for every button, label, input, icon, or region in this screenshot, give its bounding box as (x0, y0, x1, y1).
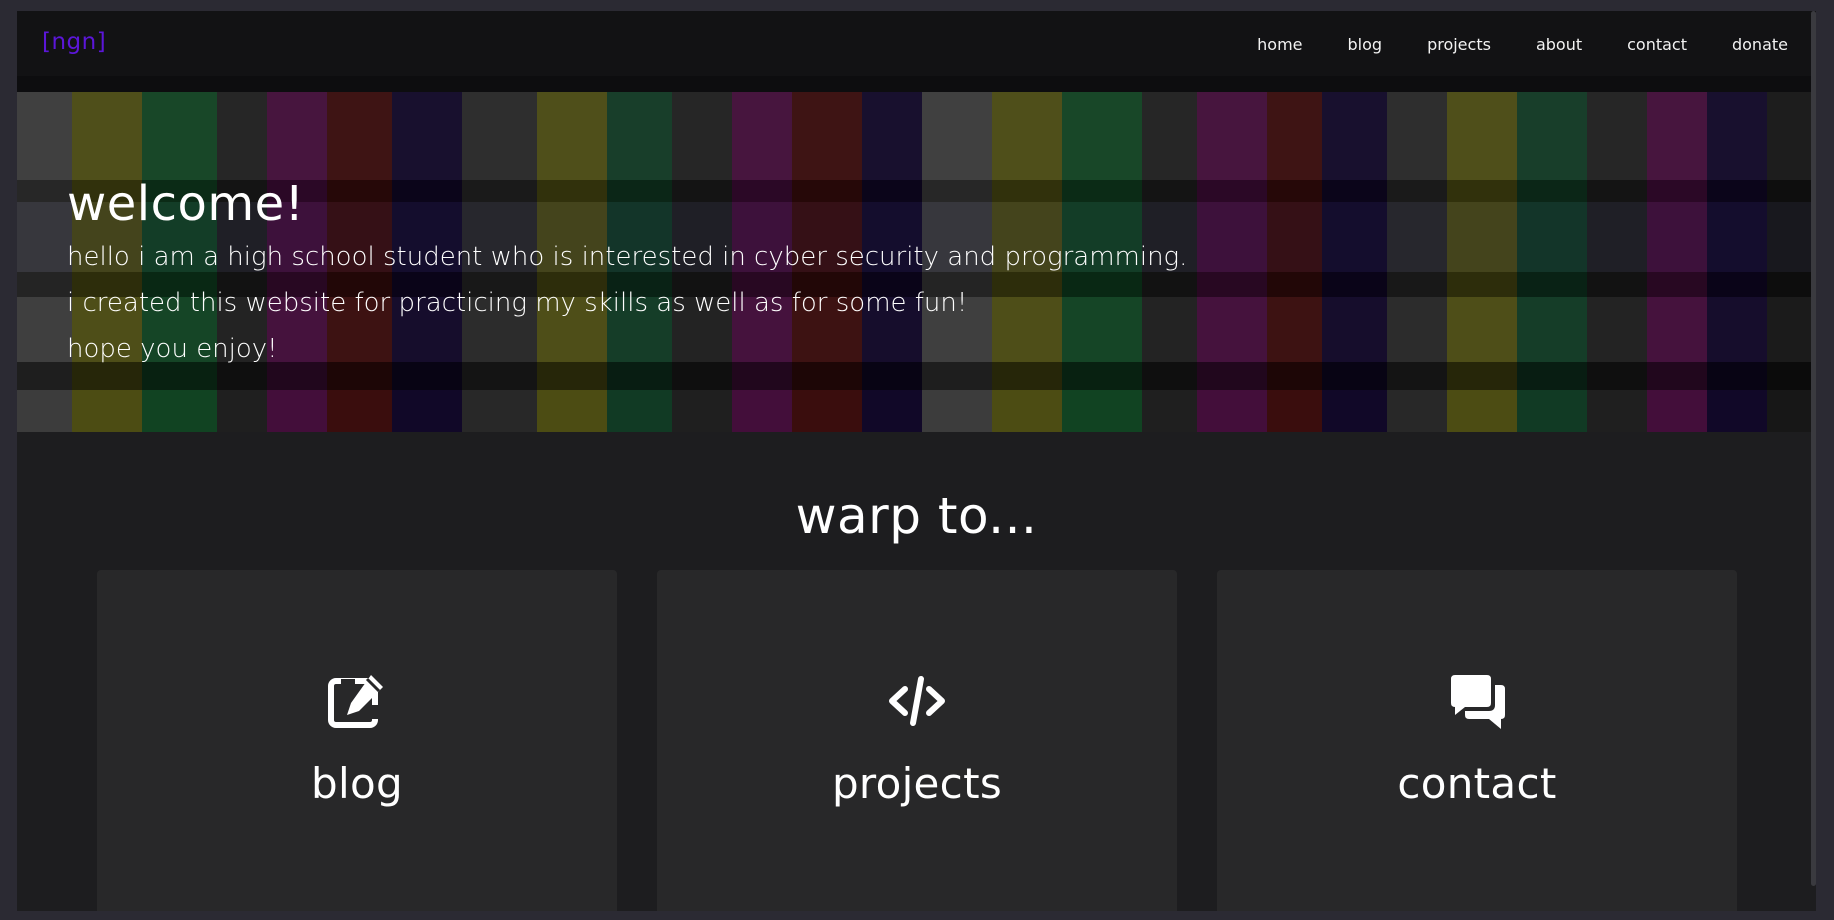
comments-icon (1451, 675, 1505, 729)
nav-link-home[interactable]: home (1257, 35, 1302, 54)
edit-icon (328, 675, 383, 728)
card-contact[interactable]: contact (1217, 570, 1737, 911)
hero-line-1: hello i am a high school student who is … (67, 242, 1188, 272)
hero-line-2: i created this website for practicing my… (67, 288, 968, 318)
nav-link-contact[interactable]: contact (1627, 35, 1687, 54)
nav-link-blog[interactable]: blog (1348, 35, 1383, 54)
page-scrollbar[interactable] (1811, 11, 1816, 886)
nav-link-projects[interactable]: projects (1427, 35, 1491, 54)
site-logo[interactable]: [ngn] (42, 29, 106, 55)
card-projects-label: projects (831, 759, 1003, 808)
nav-link-about[interactable]: about (1536, 35, 1582, 54)
card-projects[interactable]: projects (657, 570, 1177, 911)
hero-banner: welcome! hello i am a high school studen… (17, 92, 1816, 432)
browser-viewport: [ngn] home blog projects about contact d… (17, 11, 1816, 911)
hero-title: welcome! (67, 176, 305, 232)
code-icon (889, 676, 945, 726)
hero-text: welcome! hello i am a high school studen… (67, 174, 1187, 372)
hero-line-3: hope you enjoy! (67, 334, 278, 364)
navbar-divider (17, 76, 1816, 92)
warp-title: warp to... (795, 487, 1038, 545)
card-blog-label: blog (311, 759, 403, 808)
card-contact-label: contact (1397, 759, 1557, 808)
nav-link-donate[interactable]: donate (1732, 35, 1788, 54)
nav-links: home blog projects about contact donate (1257, 35, 1788, 54)
card-blog[interactable]: blog (97, 570, 617, 911)
navbar: [ngn] home blog projects about contact d… (17, 11, 1816, 76)
